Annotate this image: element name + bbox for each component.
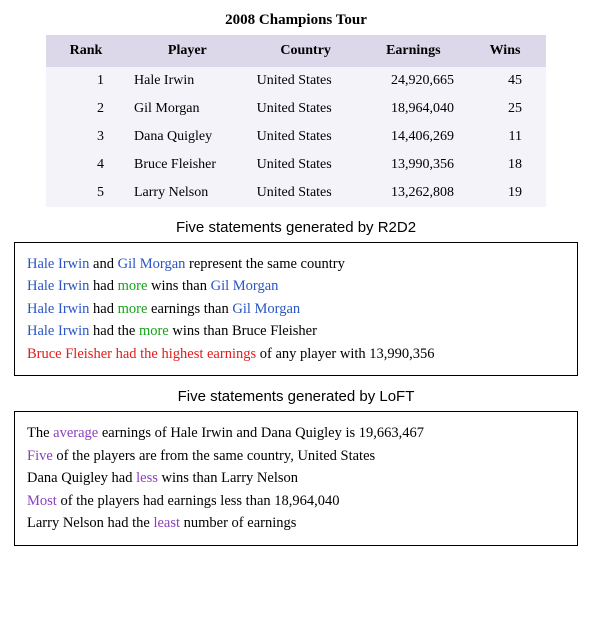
data-table: Rank Player Country Earnings Wins 1Hale … — [46, 35, 546, 207]
text-segment: The — [27, 425, 53, 441]
table-row: 3Dana QuigleyUnited States14,406,26911 — [46, 123, 546, 151]
text-segment: of the players are from the same country… — [53, 448, 375, 464]
cell-country: United States — [249, 179, 363, 207]
cell-rank: 3 — [46, 123, 126, 151]
text-segment: earnings than — [147, 301, 232, 317]
text-segment: Dana Quigley had — [27, 470, 136, 486]
text-segment: wins than Larry Nelson — [158, 470, 298, 486]
cell-player: Bruce Fleisher — [126, 151, 249, 179]
col-country: Country — [249, 35, 363, 67]
text-segment: more — [118, 278, 148, 294]
statement-line: Larry Nelson had the least number of ear… — [27, 512, 565, 534]
text-segment: Larry Nelson had the — [27, 515, 153, 531]
table-header-row: Rank Player Country Earnings Wins — [46, 35, 546, 67]
text-segment: of the players had earnings less than 18… — [57, 493, 340, 509]
text-segment: Gil Morgan — [211, 278, 279, 294]
table-row: 4Bruce FleisherUnited States13,990,35618 — [46, 151, 546, 179]
section-caption: Five statements generated by R2D2 — [8, 219, 584, 236]
statements-box: The average earnings of Hale Irwin and D… — [14, 411, 578, 545]
cell-rank: 4 — [46, 151, 126, 179]
table-row: 1Hale IrwinUnited States24,920,66545 — [46, 67, 546, 95]
cell-wins: 25 — [464, 95, 546, 123]
text-segment: less — [136, 470, 158, 486]
text-segment: represent the same country — [185, 256, 344, 272]
cell-rank: 1 — [46, 67, 126, 95]
cell-player: Larry Nelson — [126, 179, 249, 207]
text-segment: had — [89, 278, 117, 294]
sections-container: Five statements generated by R2D2 Hale Ir… — [8, 219, 584, 546]
text-segment: of any player with 13,990,356 — [256, 346, 434, 362]
cell-country: United States — [249, 123, 363, 151]
statement-line: The average earnings of Hale Irwin and D… — [27, 422, 565, 444]
statement-line: Bruce Fleisher had the highest earnings … — [27, 343, 565, 365]
col-wins: Wins — [464, 35, 546, 67]
table-row: 2Gil MorganUnited States18,964,04025 — [46, 95, 546, 123]
page-title: 2008 Champions Tour — [8, 12, 584, 29]
text-segment: Bruce Fleisher had the highest earnings — [27, 346, 256, 362]
text-segment: Gil Morgan — [232, 301, 300, 317]
text-segment: wins than Bruce Fleisher — [169, 323, 317, 339]
text-segment: wins than — [147, 278, 210, 294]
col-earnings: Earnings — [363, 35, 464, 67]
cell-earnings: 14,406,269 — [363, 123, 464, 151]
text-segment: had the — [89, 323, 139, 339]
statement-line: Five of the players are from the same co… — [27, 445, 565, 467]
cell-wins: 11 — [464, 123, 546, 151]
text-segment: Five — [27, 448, 53, 464]
cell-player: Dana Quigley — [126, 123, 249, 151]
statement-line: Most of the players had earnings less th… — [27, 490, 565, 512]
cell-wins: 45 — [464, 67, 546, 95]
text-segment: least — [153, 515, 180, 531]
text-segment: and — [89, 256, 117, 272]
text-segment: more — [118, 301, 148, 317]
statement-line: Hale Irwin had more earnings than Gil Mo… — [27, 298, 565, 320]
table-row: 5Larry NelsonUnited States13,262,80819 — [46, 179, 546, 207]
text-segment: earnings of Hale Irwin and Dana Quigley … — [98, 425, 424, 441]
cell-country: United States — [249, 151, 363, 179]
table-body: 1Hale IrwinUnited States24,920,665452Gil… — [46, 67, 546, 207]
cell-rank: 2 — [46, 95, 126, 123]
cell-player: Gil Morgan — [126, 95, 249, 123]
statement-line: Dana Quigley had less wins than Larry Ne… — [27, 467, 565, 489]
section-caption: Five statements generated by LoFT — [8, 388, 584, 405]
cell-earnings: 13,262,808 — [363, 179, 464, 207]
text-segment: Hale Irwin — [27, 323, 89, 339]
cell-country: United States — [249, 95, 363, 123]
cell-wins: 18 — [464, 151, 546, 179]
col-rank: Rank — [46, 35, 126, 67]
cell-earnings: 13,990,356 — [363, 151, 464, 179]
cell-wins: 19 — [464, 179, 546, 207]
statements-box: Hale Irwin and Gil Morgan represent the … — [14, 242, 578, 376]
cell-earnings: 24,920,665 — [363, 67, 464, 95]
text-segment: more — [139, 323, 169, 339]
statement-line: Hale Irwin and Gil Morgan represent the … — [27, 253, 565, 275]
statement-line: Hale Irwin had the more wins than Bruce … — [27, 320, 565, 342]
text-segment: Hale Irwin — [27, 301, 89, 317]
col-player: Player — [126, 35, 249, 67]
cell-earnings: 18,964,040 — [363, 95, 464, 123]
text-segment: Hale Irwin — [27, 256, 89, 272]
text-segment: average — [53, 425, 98, 441]
cell-country: United States — [249, 67, 363, 95]
statement-line: Hale Irwin had more wins than Gil Morgan — [27, 275, 565, 297]
text-segment: number of earnings — [180, 515, 296, 531]
cell-player: Hale Irwin — [126, 67, 249, 95]
cell-rank: 5 — [46, 179, 126, 207]
text-segment: Gil Morgan — [118, 256, 186, 272]
text-segment: Most — [27, 493, 57, 509]
text-segment: Hale Irwin — [27, 278, 89, 294]
text-segment: had — [89, 301, 117, 317]
